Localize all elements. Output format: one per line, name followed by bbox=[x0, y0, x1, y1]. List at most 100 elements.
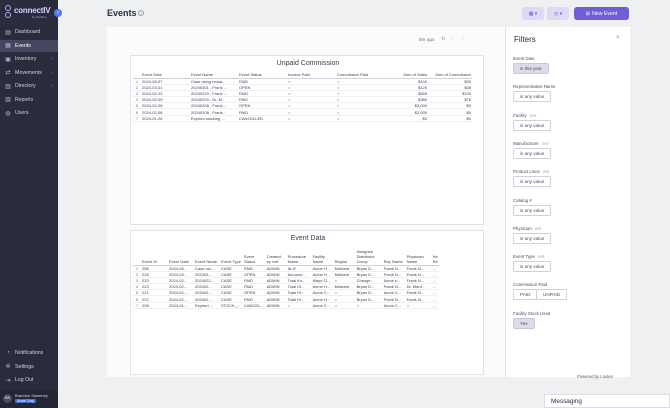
sidebar-item-log-out[interactable]: ⇥ Log Out bbox=[0, 374, 58, 386]
sidebar-item-label: Notifications bbox=[15, 350, 44, 356]
table-cell: Acme H... bbox=[310, 295, 333, 303]
column-header[interactable]: Procedure Name bbox=[285, 249, 311, 266]
table-cell: Mayo Cl... bbox=[310, 277, 333, 285]
filters-panel: Filters × Event Date is this year Represen… bbox=[505, 27, 630, 377]
history-button[interactable]: ◷ ▾ bbox=[547, 7, 569, 20]
column-header[interactable]: Event Date bbox=[167, 249, 193, 266]
filter-value-button[interactable]: is any value bbox=[513, 147, 552, 159]
table-cell: Acme C... bbox=[381, 289, 405, 297]
tile-title: Unpaid Commission bbox=[276, 60, 340, 67]
link-icon: ⊖⊖ bbox=[529, 112, 537, 118]
table-row[interactable]: 7 2024-01-26 Expired stocking ... CANCELLED… bbox=[133, 115, 472, 122]
facility-stock-label: Facility Stock Used bbox=[513, 310, 551, 316]
grid-view-button[interactable]: ▦ ▾ bbox=[522, 7, 544, 20]
table-cell: ADMIN bbox=[264, 302, 286, 309]
new-event-button[interactable]: ⊞ New Event bbox=[574, 7, 629, 20]
column-header[interactable]: Facility Name bbox=[310, 249, 333, 266]
sidebar-item-label: Reports bbox=[15, 96, 34, 103]
users-icon: ◍ bbox=[5, 110, 11, 117]
table-cell: 7 bbox=[133, 302, 140, 309]
column-header[interactable]: Event ID bbox=[140, 249, 167, 266]
sidebar-item-label: Dashboard bbox=[15, 29, 41, 35]
filters-title: Filters bbox=[514, 35, 536, 44]
sidebar-item-label: Movements bbox=[15, 69, 42, 76]
sidebar-item-directory[interactable]: ▥ Directory › bbox=[0, 80, 58, 92]
table-cell: ○ bbox=[285, 302, 311, 309]
table-cell: Acme H... bbox=[310, 265, 333, 273]
sidebar: connectIV by Medline ▤ Dashboard ▦ Events ▣ I… bbox=[0, 0, 58, 408]
table-cell: Acme C... bbox=[310, 302, 333, 309]
table-cell: Expired ... bbox=[193, 302, 219, 309]
filter-value-button[interactable]: is any value bbox=[513, 204, 552, 216]
filter-label: Event Date bbox=[513, 56, 535, 61]
sidebar-item-reports[interactable]: ▧ Reports bbox=[0, 94, 58, 106]
column-header[interactable]: Region bbox=[332, 249, 355, 266]
table-cell: Frank N... bbox=[381, 265, 405, 273]
info-icon[interactable]: ? bbox=[138, 10, 144, 16]
filter-value-button[interactable]: is any value bbox=[513, 176, 552, 188]
column-header[interactable] bbox=[133, 249, 140, 266]
sidebar-item-events[interactable]: ▦ Events bbox=[0, 39, 58, 52]
filter-icon[interactable]: ⫶ bbox=[452, 37, 453, 42]
column-header[interactable]: Physician Name bbox=[404, 249, 431, 266]
column-header[interactable]: Event Status bbox=[242, 249, 265, 266]
filter-value-button[interactable]: is any value bbox=[513, 119, 552, 131]
sidebar-item-users[interactable]: ◍ Users bbox=[0, 107, 58, 119]
filter-label-text: Event Date bbox=[513, 56, 535, 61]
filter-value-button[interactable]: is any value bbox=[513, 232, 552, 244]
filter-value-button[interactable]: is this year bbox=[513, 63, 549, 74]
facility-stock-yes-button[interactable]: Yes bbox=[513, 317, 535, 329]
close-icon[interactable]: × bbox=[616, 35, 620, 41]
user-profile[interactable]: BS Brandon Sweeney Acme Corp bbox=[0, 390, 58, 408]
more-icon[interactable]: ⋮ bbox=[460, 36, 465, 42]
sidebar-item-dashboard[interactable]: ▤ Dashboard bbox=[0, 26, 58, 38]
sidebar-item-label: Log Out bbox=[15, 377, 34, 383]
paid-option-button[interactable]: PAID bbox=[513, 289, 538, 301]
column-header[interactable]: Event Name bbox=[193, 249, 219, 266]
column-header[interactable]: Event Type bbox=[219, 249, 242, 266]
table-cell: $0 bbox=[428, 115, 472, 122]
brand-name: connectIV bbox=[14, 6, 51, 15]
filter-label: Representative Name bbox=[513, 84, 555, 89]
unpaid-option-button[interactable]: UNPAID bbox=[536, 289, 568, 301]
sidebar-item-settings[interactable]: ✲ Settings bbox=[0, 361, 58, 373]
table-row[interactable]: 7 208 2024-01... Expired ... STOCK_... CANCEL… bbox=[133, 302, 439, 309]
column-header[interactable]: Rep Name bbox=[381, 249, 405, 266]
unpaid-commission-table: Event Date Event Name Event Status Invoice … bbox=[133, 72, 472, 122]
collapse-sidebar-icon[interactable]: ‹ bbox=[54, 9, 62, 17]
table-cell: Acme C... bbox=[381, 302, 405, 309]
refresh-icon[interactable]: ↻ bbox=[441, 36, 445, 42]
table-header-row: Event ID Event Date Event Name Event Type Ev… bbox=[133, 249, 439, 266]
column-header[interactable]: Created by role bbox=[264, 249, 286, 266]
table-cell: ○ bbox=[335, 115, 384, 122]
chevron-right-icon: › bbox=[51, 83, 53, 89]
table-cell: Acme C... bbox=[310, 289, 333, 297]
filter-value-button[interactable]: is any value bbox=[513, 261, 552, 273]
link-icon: ⊖⊖ bbox=[534, 225, 542, 231]
sidebar-item-notifications[interactable]: ◔ Notifications bbox=[0, 347, 58, 359]
sidebar-item-inventory[interactable]: ▣ Inventory › bbox=[0, 53, 58, 65]
table-cell: 2024-01-26 bbox=[140, 115, 189, 122]
link-icon: ⊖⊖ bbox=[542, 169, 550, 175]
chevron-right-icon: › bbox=[51, 56, 53, 62]
sidebar-item-label: Inventory bbox=[15, 56, 37, 62]
filter-label: Physician ⊖⊖ bbox=[513, 226, 542, 231]
filter-label-text: Facility bbox=[513, 112, 527, 118]
box-icon: ▣ bbox=[5, 56, 11, 63]
messaging-widget[interactable]: Messaging bbox=[544, 394, 670, 408]
column-header[interactable]: He Re bbox=[430, 249, 439, 266]
table-cell: Expired stocking ... bbox=[189, 115, 237, 122]
tile-title: Event Data bbox=[290, 235, 326, 242]
user-org-badge: Acme Corp bbox=[15, 399, 36, 403]
sidebar-item-movements[interactable]: ⇄ Movements › bbox=[0, 67, 58, 79]
refresh-time: 5m ago bbox=[419, 36, 435, 42]
page-title: Events bbox=[107, 8, 137, 18]
bell-icon: ◔ bbox=[6, 350, 10, 356]
dashboard-toolbar: 5m ago ↻ ⫶ ⋮ bbox=[419, 36, 465, 42]
arrows-icon: ⇄ bbox=[5, 70, 11, 76]
filter-label-text: Representative Name bbox=[513, 84, 556, 90]
filter-label: Event Type ⊖⊖ bbox=[513, 254, 545, 259]
filter-value-button[interactable]: is any value bbox=[513, 91, 552, 103]
column-header[interactable]: Assigned Distributor Group bbox=[354, 249, 382, 266]
brand-logo[interactable]: connectIV by Medline bbox=[4, 5, 51, 21]
